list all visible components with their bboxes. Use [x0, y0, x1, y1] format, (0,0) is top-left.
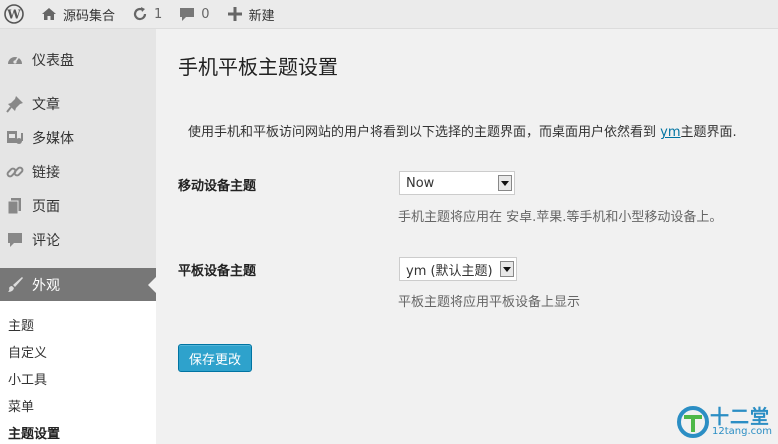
description-tail: 主题界面.: [680, 125, 737, 140]
plus-icon: [226, 5, 244, 23]
save-changes-button[interactable]: 保存更改: [178, 344, 252, 372]
site-name-link[interactable]: 源码集合: [32, 0, 123, 28]
submenu-item-theme-settings[interactable]: 主题设置: [8, 423, 60, 442]
menu-label: 仪表盘: [32, 53, 74, 69]
submenu-item-themes[interactable]: 主题: [8, 315, 34, 334]
mobile-theme-select[interactable]: Now: [399, 171, 515, 195]
comment-bubble-icon: [178, 5, 196, 23]
menu-item-comments[interactable]: 评论: [0, 223, 156, 257]
watermark-url: 12tang.com: [712, 426, 772, 437]
menu-label: 评论: [32, 233, 60, 249]
brush-icon: [6, 276, 24, 294]
mobile-theme-label: 移动设备主题: [178, 179, 257, 194]
pin-icon: [6, 95, 24, 113]
svg-text:W: W: [6, 8, 21, 22]
comments-count: 0: [201, 6, 210, 22]
tablet-theme-select[interactable]: ym (默认主题): [399, 257, 517, 281]
watermark-text: 十二堂: [710, 406, 771, 428]
dashboard-icon: [6, 51, 24, 69]
menu-item-dashboard[interactable]: 仪表盘: [0, 43, 156, 77]
menu-item-pages[interactable]: 页面: [0, 189, 156, 223]
watermark-emblem-icon: [677, 406, 709, 438]
menu-label: 链接: [32, 165, 60, 181]
media-icon: [6, 129, 24, 147]
menu-label: 页面: [32, 199, 60, 215]
tablet-theme-selected: ym (默认主题): [406, 263, 493, 279]
dropdown-arrow-icon: [500, 261, 514, 277]
new-label: 新建: [248, 8, 275, 24]
theme-link[interactable]: ym: [660, 125, 680, 140]
updates-link[interactable]: 1: [123, 0, 170, 28]
comment-icon: [6, 231, 24, 249]
updates-count: 1: [154, 6, 163, 22]
main-content: 手机平板主题设置 使用手机和平板访问网站的用户将看到以下选择的主题界面，而桌面用…: [156, 29, 778, 444]
page-description: 使用手机和平板访问网站的用户将看到以下选择的主题界面，而桌面用户依然看到 ym主…: [188, 121, 737, 140]
submenu-item-menus[interactable]: 菜单: [8, 396, 34, 415]
menu-label: 外观: [32, 278, 60, 294]
dropdown-arrow-icon: [498, 175, 512, 191]
page-title: 手机平板主题设置: [178, 55, 338, 79]
tablet-theme-help: 平板主题将应用平板设备上显示: [398, 295, 581, 310]
menu-label: 多媒体: [32, 131, 74, 147]
admin-sidebar: 仪表盘 文章 多媒体 链接 页面 评论 外观 主题 自定义 小工具 菜单 主题设…: [0, 29, 156, 444]
menu-item-posts[interactable]: 文章: [0, 87, 156, 121]
site-name: 源码集合: [63, 8, 116, 24]
link-icon: [6, 163, 24, 181]
tablet-theme-label: 平板设备主题: [178, 264, 257, 279]
updates-icon: [131, 5, 149, 23]
submenu-item-customize[interactable]: 自定义: [8, 342, 47, 361]
menu-item-appearance[interactable]: 外观: [0, 268, 156, 302]
admin-bar: W 源码集合 1 0 新建: [0, 0, 778, 29]
watermark-logo: 十二堂 12tang.com: [676, 402, 776, 442]
mobile-theme-selected: Now: [406, 175, 435, 191]
home-icon: [40, 5, 58, 23]
description-text: 使用手机和平板访问网站的用户将看到以下选择的主题界面，而桌面用户依然看到: [188, 125, 661, 140]
menu-label: 文章: [32, 97, 60, 113]
submenu-item-widgets[interactable]: 小工具: [8, 369, 47, 388]
mobile-theme-help: 手机主题将应用在 安卓.苹果.等手机和小型移动设备上。: [398, 210, 723, 225]
menu-item-links[interactable]: 链接: [0, 155, 156, 189]
menu-item-media[interactable]: 多媒体: [0, 121, 156, 155]
comments-link[interactable]: 0: [170, 0, 217, 28]
appearance-submenu: 主题 自定义 小工具 菜单 主题设置: [0, 301, 156, 444]
new-content-link[interactable]: 新建: [218, 0, 283, 28]
wordpress-logo-icon[interactable]: W: [0, 0, 32, 28]
page-icon: [6, 197, 24, 215]
